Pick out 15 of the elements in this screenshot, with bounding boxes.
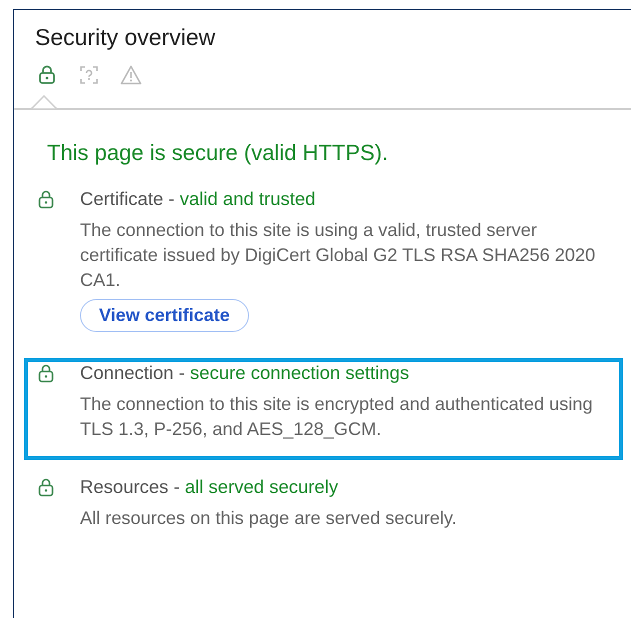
section-description: All resources on this page are served securely.: [80, 506, 458, 530]
view-certificate-button[interactable]: View certificate: [80, 298, 249, 332]
lock-icon: [38, 190, 54, 208]
lock-tab[interactable]: [36, 64, 58, 86]
section-heading: Connection - secure connection settings: [80, 362, 410, 384]
section-description: The connection to this site is using a valid, trusted server certificate issued by DigiCert Global G2 TLS RSA SHA256 2020 CA1.: [80, 218, 596, 292]
lock-icon: [38, 478, 54, 496]
section-heading: Certificate - valid and trusted: [80, 188, 316, 210]
panel-title: Security overview: [34, 23, 216, 52]
warning-tab[interactable]: [120, 64, 142, 86]
section-description: The connection to this site is encrypted and authenticated using TLS 1.3, P-256, and AES_128_GCM.: [80, 392, 594, 441]
unknown-tab[interactable]: [78, 64, 100, 86]
security-summary: This page is secure (valid HTTPS).: [46, 138, 390, 167]
lock-icon: [38, 364, 54, 382]
section-heading: Resources - all served securely: [80, 476, 340, 498]
